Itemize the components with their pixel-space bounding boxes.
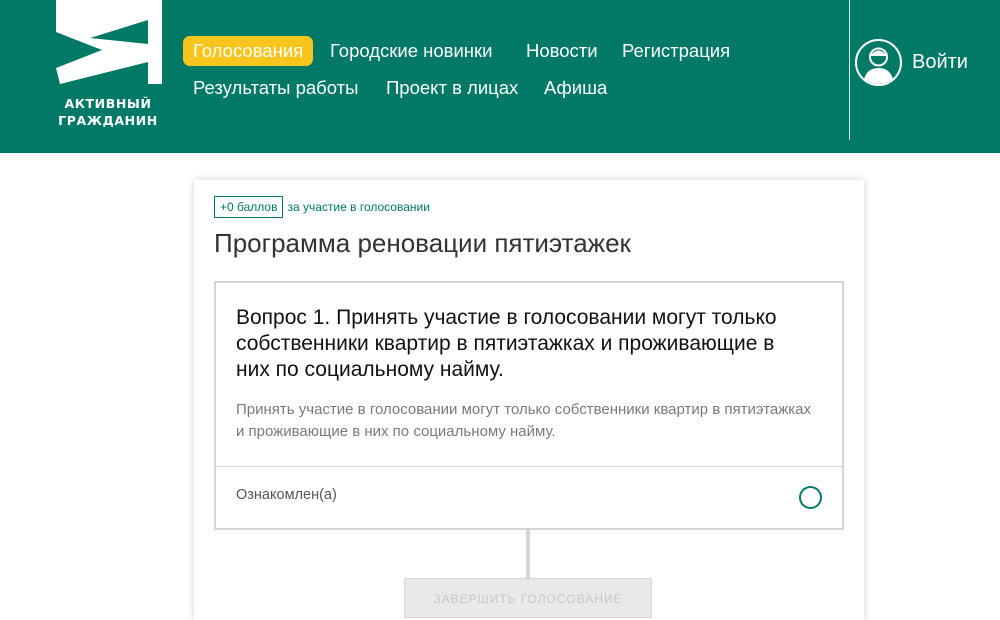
answer-option-label: Ознакомлен(а) <box>236 487 337 503</box>
voting-card: +0 баллов за участие в голосовании Прогр… <box>194 180 864 620</box>
question-description: Принять участие в голосовании могут толь… <box>236 401 812 440</box>
login-label: Войти <box>912 50 968 73</box>
nav-item-city-news[interactable]: Городские новинки <box>330 36 492 66</box>
nav-item-project-faces[interactable]: Проект в лицах <box>386 73 518 103</box>
question-title: Вопрос 1. Принять участие в голосовании … <box>236 306 777 381</box>
letter-a-logo-icon <box>56 0 162 84</box>
user-avatar-icon <box>855 38 902 86</box>
points-row: +0 баллов за участие в голосовании <box>214 196 430 218</box>
connector-line <box>526 530 530 578</box>
question-block: Вопрос 1. Принять участие в голосовании … <box>214 281 844 530</box>
logo-text-line1: АКТИВНЫЙ <box>64 96 152 111</box>
header-divider <box>849 0 850 140</box>
answer-option[interactable]: Ознакомлен(а) <box>216 467 842 528</box>
nav-item-afisha[interactable]: Афиша <box>544 73 607 103</box>
radio-button[interactable] <box>799 486 822 509</box>
site-header: АКТИВНЫЙ ГРАЖДАНИН Голосования Городские… <box>0 0 1000 153</box>
logo-text-line2: ГРАЖДАНИН <box>58 113 158 128</box>
nav-item-registration[interactable]: Регистрация <box>622 36 730 66</box>
site-logo[interactable]: АКТИВНЫЙ ГРАЖДАНИН <box>50 0 166 135</box>
nav-item-news[interactable]: Новости <box>526 36 598 66</box>
finish-voting-button[interactable]: ЗАВЕРШИТЬ ГОЛОСОВАНИЕ <box>404 578 652 618</box>
main-nav: Голосования Городские новинки Новости Ре… <box>183 36 823 110</box>
points-badge: +0 баллов <box>214 196 284 218</box>
nav-item-votes[interactable]: Голосования <box>183 36 314 66</box>
login-button[interactable]: Войти <box>855 38 968 86</box>
points-caption: за участие в голосовании <box>287 200 430 214</box>
poll-title: Программа реновации пятиэтажек <box>214 228 631 258</box>
nav-item-results[interactable]: Результаты работы <box>193 73 358 103</box>
nav-row-2: Результаты работы Проект в лицах Афиша <box>183 73 823 110</box>
nav-row-1: Голосования Городские новинки Новости Ре… <box>183 36 823 73</box>
